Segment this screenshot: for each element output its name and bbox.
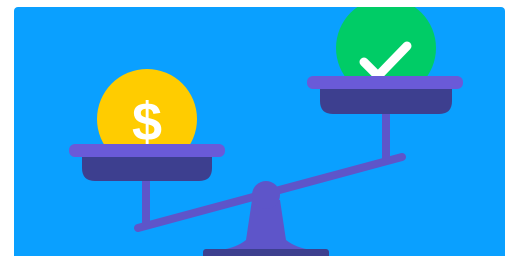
left-scale-pan	[69, 144, 225, 181]
right-pan-hanger	[382, 109, 390, 159]
scale-stand	[203, 181, 329, 256]
page-frame: $	[0, 0, 505, 256]
dollar-sign-icon: $	[132, 92, 162, 152]
right-scale-pan	[307, 76, 463, 114]
scale-base	[203, 249, 329, 256]
balance-scale-illustration: $	[69, 7, 463, 256]
left-pan-hanger	[142, 176, 150, 226]
illustration-panel: $	[14, 7, 505, 256]
scale-pivot	[252, 181, 280, 209]
